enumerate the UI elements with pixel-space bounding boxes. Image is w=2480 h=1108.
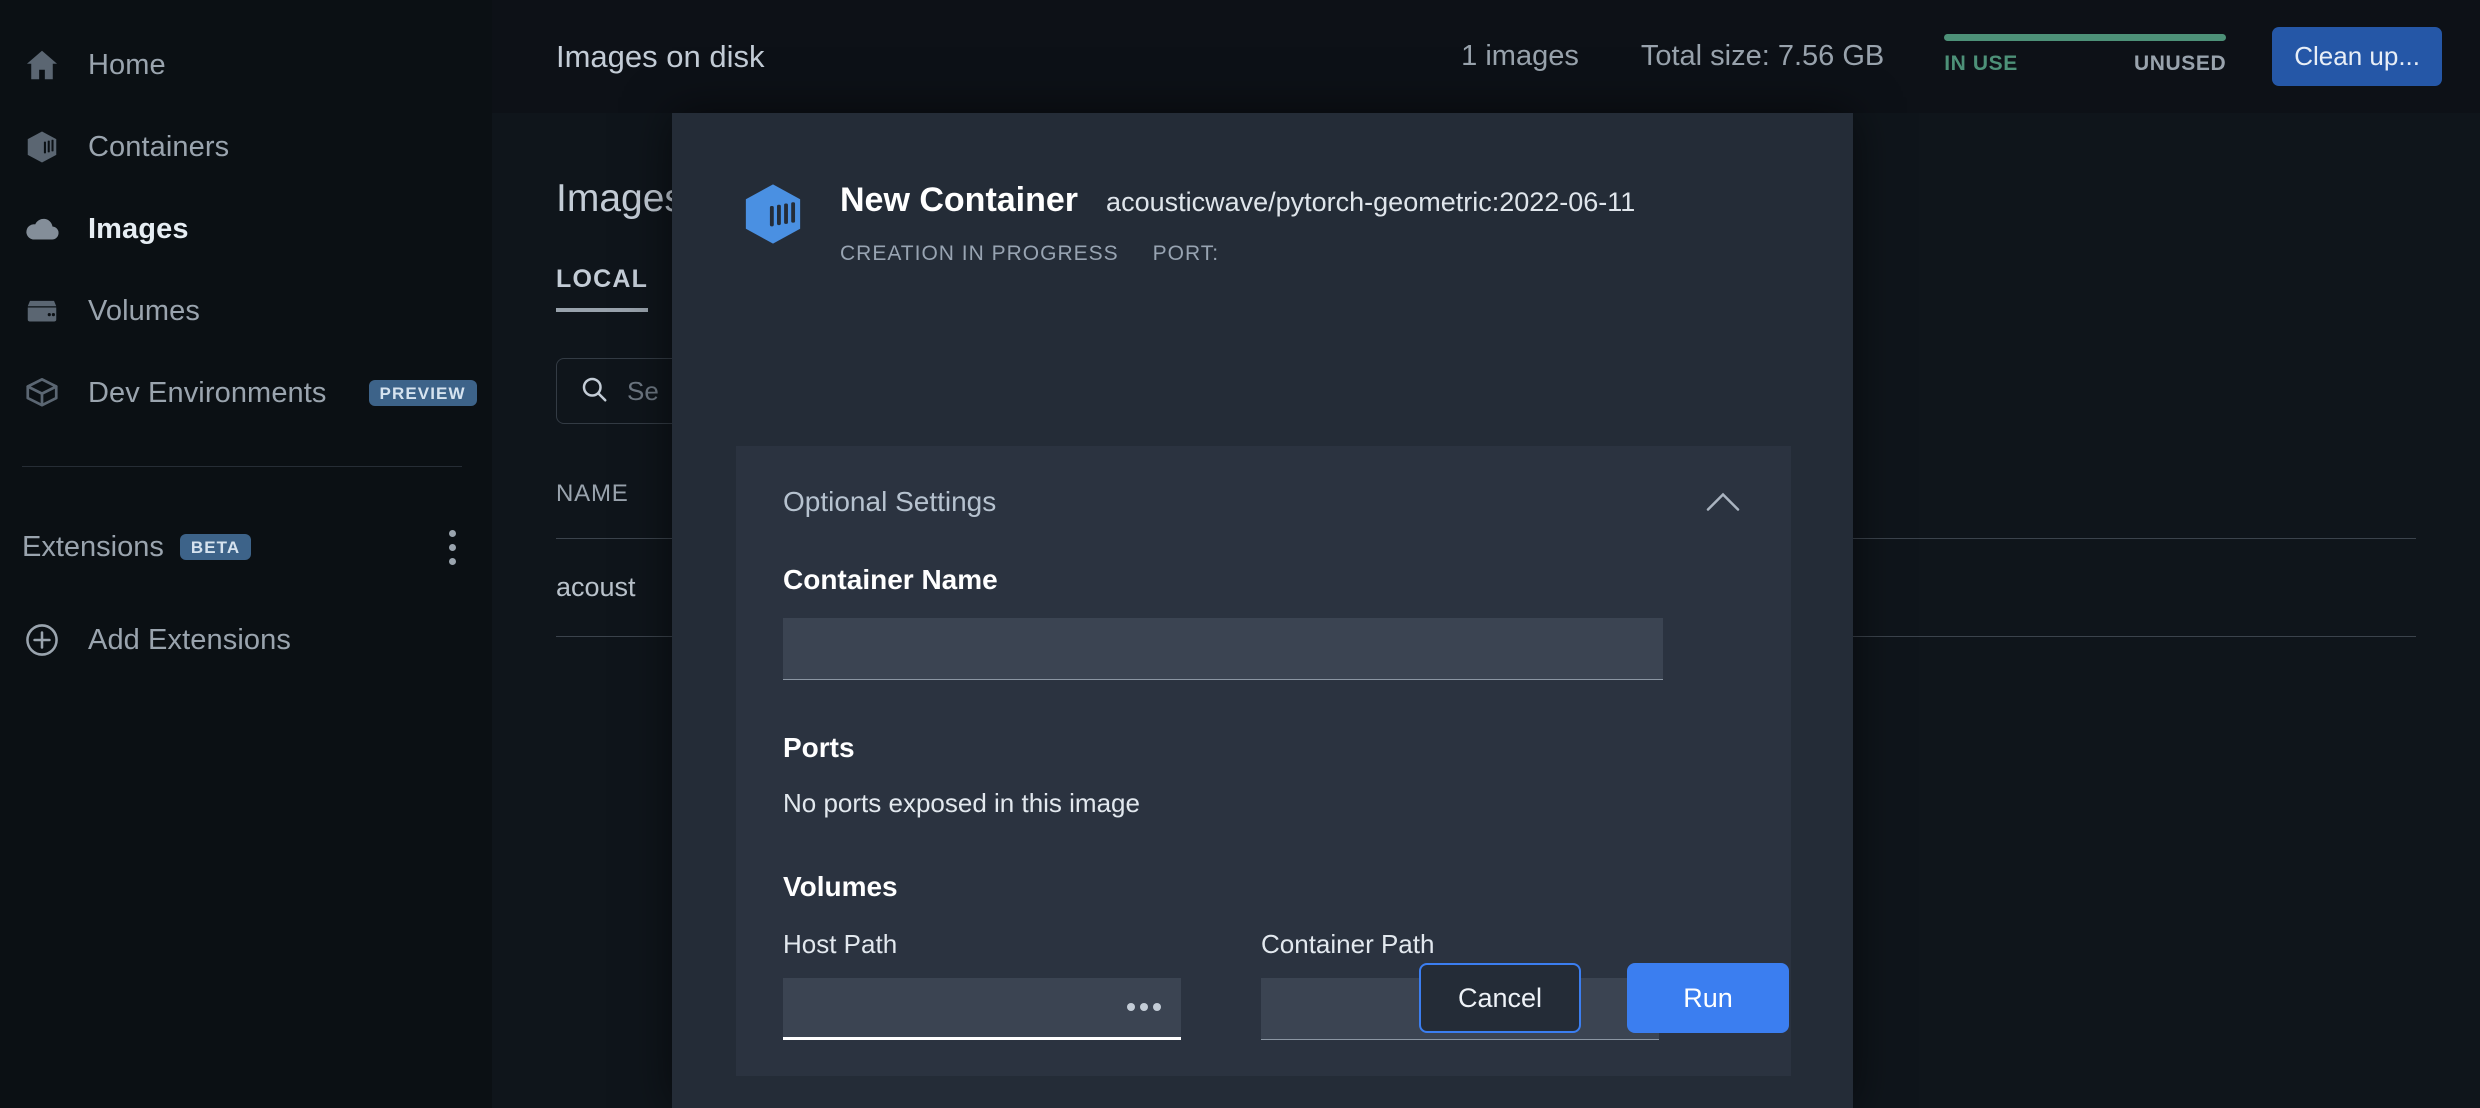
extensions-label: Extensions [22, 530, 164, 563]
containers-icon [22, 127, 62, 167]
docker-container-hexagon-icon [736, 177, 810, 256]
sidebar-item-dev-environments[interactable]: Dev Environments PREVIEW [0, 352, 492, 434]
dialog-image-reference: acousticwave/pytorch-geometric:2022-06-1… [1106, 187, 1636, 217]
ellipsis-browse-icon[interactable] [1121, 990, 1167, 1024]
ports-label: Ports [783, 732, 855, 763]
port-label: PORT: [1152, 242, 1220, 265]
host-path-label: Host Path [783, 929, 898, 959]
top-bar: Images on disk 1 images Total size: 7.56… [492, 0, 2480, 113]
volumes-label: Volumes [783, 871, 898, 902]
sidebar-item-label: Home [88, 48, 166, 81]
disk-usage-legend: IN USE UNUSED [1944, 52, 2226, 76]
image-count-label: 1 images [1461, 40, 1579, 72]
ports-empty-text: No ports exposed in this image [783, 788, 1140, 818]
sidebar-divider [22, 466, 462, 467]
home-icon [22, 45, 62, 85]
beta-badge: BETA [179, 534, 252, 560]
dialog-header: New Container acousticwave/pytorch-geome… [672, 113, 1853, 266]
sidebar-item-label: Volumes [88, 294, 200, 327]
sidebar-item-label: Containers [88, 130, 230, 163]
new-container-dialog: New Container acousticwave/pytorch-geome… [672, 113, 1853, 1108]
plus-circle-icon [22, 620, 62, 660]
extensions-more-menu-icon[interactable] [434, 525, 470, 569]
volumes-icon [22, 291, 62, 331]
run-button[interactable]: Run [1627, 963, 1789, 1033]
container-path-label: Container Path [1261, 929, 1435, 959]
add-extensions-button[interactable]: Add Extensions [0, 605, 492, 675]
sidebar-item-containers[interactable]: Containers [0, 106, 492, 188]
sidebar-item-label: Images [88, 212, 189, 245]
dialog-footer: Cancel Run [1419, 963, 1789, 1033]
container-name-field[interactable] [783, 618, 1663, 680]
images-cloud-icon [22, 209, 62, 249]
dev-environments-icon [22, 373, 62, 413]
tab-local[interactable]: LOCAL [556, 265, 649, 312]
sidebar-item-volumes[interactable]: Volumes [0, 270, 492, 352]
dialog-status-row: CREATION IN PROGRESS PORT: [840, 242, 1635, 266]
sidebar-item-images[interactable]: Images [0, 188, 492, 270]
unused-label: UNUSED [2133, 51, 2227, 75]
status-badge: CREATION IN PROGRESS [840, 242, 1119, 265]
cancel-button[interactable]: Cancel [1419, 963, 1581, 1033]
preview-badge: PREVIEW [368, 380, 477, 406]
optional-settings-label: Optional Settings [783, 486, 997, 517]
dialog-header-text: New Container acousticwave/pytorch-geome… [840, 175, 1635, 266]
top-bar-right-group: 1 images Total size: 7.56 GB IN USE UNUS… [1461, 27, 2442, 86]
container-name-label: Container Name [783, 564, 998, 595]
sidebar: Home Containers Images Volumes Dev Envir… [0, 0, 492, 1108]
chevron-up-icon[interactable] [1699, 484, 1747, 520]
total-size-label: Total size: 7.56 GB [1640, 40, 1885, 72]
disk-usage-bar [1944, 33, 2227, 41]
search-icon [579, 374, 609, 409]
disk-usage-meter: IN USE UNUSED [1944, 33, 2227, 76]
extensions-section-header: Extensions BETA [0, 512, 492, 582]
docker-desktop-window: Home Containers Images Volumes Dev Envir… [0, 0, 2480, 1108]
page-title: Images on disk [556, 38, 765, 74]
in-use-label: IN USE [1944, 51, 2018, 75]
sidebar-item-label: Dev Environments [88, 376, 327, 409]
search-placeholder: Se [627, 375, 659, 406]
dialog-title-row: New Container acousticwave/pytorch-geome… [840, 181, 1635, 220]
optional-settings-header[interactable]: Optional Settings [783, 484, 1747, 520]
clean-up-button[interactable]: Clean up... [2272, 27, 2442, 86]
sidebar-item-home[interactable]: Home [0, 24, 492, 106]
add-extensions-label: Add Extensions [88, 623, 291, 656]
host-path-group: Host Path [783, 929, 1181, 1040]
dialog-title: New Container [840, 181, 1079, 219]
